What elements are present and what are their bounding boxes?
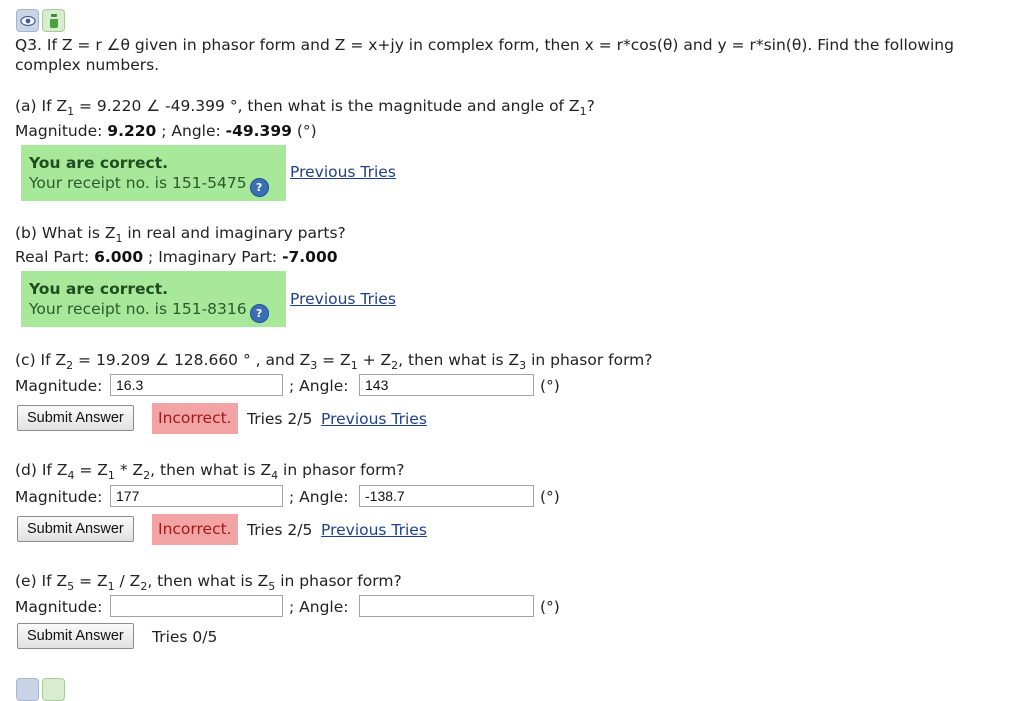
part-b-feedback: You are correct. Your receipt no. is 151… (21, 271, 286, 327)
part-d-angle-input[interactable] (359, 485, 534, 507)
part-d-prompt: (d) If Z4 = Z1 * Z2, then what is Z4 in … (15, 461, 405, 482)
part-c-previous-tries-link[interactable]: Previous Tries (321, 409, 427, 429)
part-c-tries: Tries 2/5 (247, 410, 313, 428)
part-e-tries: Tries 0/5 (152, 628, 218, 646)
part-a-feedback: You are correct. Your receipt no. is 151… (21, 145, 286, 201)
part-c-unit: (°) (540, 377, 560, 395)
receipt-text: Your receipt no. is 151-5475? (29, 173, 269, 197)
part-e-prompt: (e) If Z5 = Z1 / Z2, then what is Z5 in … (15, 572, 402, 593)
part-c-submit-button[interactable]: Submit Answer (17, 405, 134, 431)
correct-message: You are correct. (29, 154, 169, 172)
hint-icon[interactable] (42, 678, 65, 701)
part-b-real-value: 6.000 (94, 248, 144, 266)
part-c-incorrect-badge: Incorrect. (152, 403, 238, 434)
part-b-answer: Real Part: 6.000 ; Imaginary Part: -7.00… (15, 248, 338, 266)
part-a-answer: Magnitude: 9.220 ; Angle: -49.399 (°) (15, 122, 317, 140)
part-d-magnitude-label: Magnitude: (15, 488, 103, 506)
part-c-angle-label: ; Angle: (289, 377, 349, 395)
help-icon[interactable]: ? (249, 304, 269, 323)
part-d-tries: Tries 2/5 (247, 521, 313, 539)
part-e-angle-input[interactable] (359, 595, 534, 617)
part-d-angle-label: ; Angle: (289, 488, 349, 506)
eye-icon[interactable] (16, 9, 39, 32)
eye-icon[interactable] (16, 678, 39, 701)
part-c-angle-input[interactable] (359, 374, 534, 396)
part-a-angle-value: -49.399 (225, 122, 292, 140)
part-e-magnitude-label: Magnitude: (15, 598, 103, 616)
question-tools (16, 9, 65, 32)
question-text: Q3. If Z = r ∠θ given in phasor form and… (15, 36, 954, 74)
part-d-previous-tries-link[interactable]: Previous Tries (321, 520, 427, 540)
part-b-prompt: (b) What is Z1 in real and imaginary par… (15, 224, 346, 245)
part-d-incorrect-badge: Incorrect. (152, 514, 238, 545)
correct-message: You are correct. (29, 280, 169, 298)
part-b-imag-value: -7.000 (282, 248, 338, 266)
part-e-magnitude-input[interactable] (110, 595, 283, 617)
part-c-magnitude-input[interactable] (110, 374, 283, 396)
part-c-prompt: (c) If Z2 = 19.209 ∠ 128.660 ° , and Z3 … (15, 351, 653, 372)
part-e-unit: (°) (540, 598, 560, 616)
part-d-unit: (°) (540, 488, 560, 506)
part-a-previous-tries-link[interactable]: Previous Tries (290, 162, 396, 182)
part-d-magnitude-input[interactable] (110, 485, 283, 507)
part-c-magnitude-label: Magnitude: (15, 377, 103, 395)
part-b-previous-tries-link[interactable]: Previous Tries (290, 289, 396, 309)
part-e-angle-label: ; Angle: (289, 598, 349, 616)
part-e-submit-button[interactable]: Submit Answer (17, 623, 134, 649)
next-question-tools (16, 678, 65, 701)
part-d-submit-button[interactable]: Submit Answer (17, 516, 134, 542)
part-a-prompt: (a) If Z1 = 9.220 ∠ -49.399 °, then what… (15, 97, 595, 118)
hint-icon[interactable] (42, 9, 65, 32)
receipt-text: Your receipt no. is 151-8316? (29, 299, 269, 323)
help-icon[interactable]: ? (249, 178, 269, 197)
part-a-magnitude-value: 9.220 (107, 122, 157, 140)
